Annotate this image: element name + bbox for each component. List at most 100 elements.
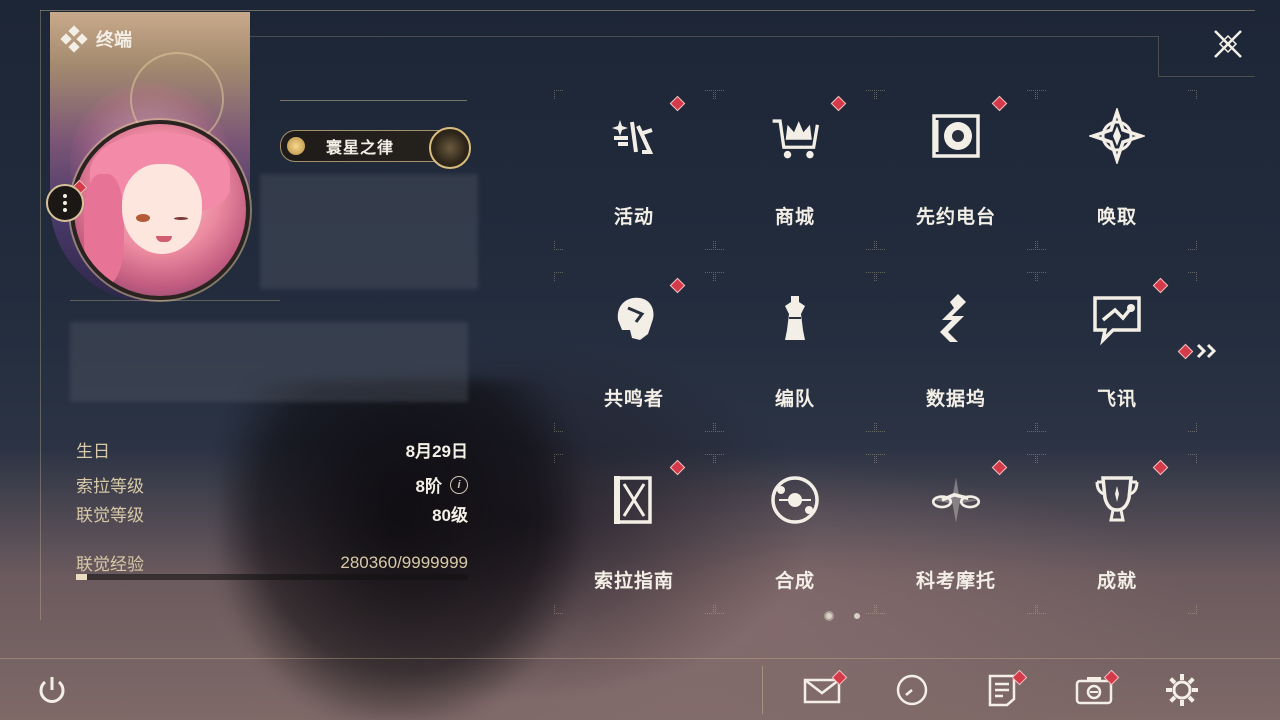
tile-corner-decoration bbox=[1037, 605, 1046, 614]
notification-badge bbox=[1152, 459, 1169, 476]
tile-corner-decoration bbox=[715, 605, 724, 614]
tile-corner-decoration bbox=[1188, 241, 1197, 250]
stat-label: 联觉经验 bbox=[76, 555, 144, 574]
tile-corner-decoration bbox=[705, 423, 714, 432]
settings-button[interactable] bbox=[1160, 668, 1204, 712]
panel-title-text: 终端 bbox=[96, 30, 132, 50]
stat-row-sola-level: 索拉等级 8阶 i bbox=[76, 472, 468, 497]
notice-button[interactable] bbox=[980, 668, 1028, 712]
menu-tile-motorbike[interactable]: 科考摩托 bbox=[876, 444, 1036, 624]
more-dot bbox=[63, 208, 67, 212]
tile-corner-decoration bbox=[876, 605, 885, 614]
next-page-badge bbox=[1177, 343, 1194, 359]
tile-corner-decoration bbox=[876, 241, 885, 250]
tile-corner-decoration bbox=[1027, 423, 1036, 432]
tile-corner-decoration bbox=[554, 423, 563, 432]
menu-tile-event[interactable]: 活动 bbox=[554, 80, 714, 260]
menu-tile-team-chess[interactable]: 编队 bbox=[715, 262, 875, 442]
orb-emblem-icon bbox=[429, 127, 471, 169]
tile-corner-decoration bbox=[705, 454, 714, 463]
mail-button[interactable] bbox=[800, 668, 848, 712]
chat-bubble-icon bbox=[1089, 290, 1145, 346]
menu-tile-label: 成就 bbox=[1096, 571, 1137, 592]
next-page-button[interactable] bbox=[1177, 340, 1224, 362]
frame-line bbox=[40, 10, 41, 620]
notification-badge bbox=[991, 459, 1008, 476]
stat-label: 生日 bbox=[76, 442, 110, 461]
tile-corner-decoration bbox=[715, 423, 724, 432]
tile-corner-decoration bbox=[1037, 423, 1046, 432]
more-dots-icon bbox=[63, 194, 67, 198]
tile-corner-decoration bbox=[876, 272, 885, 281]
menu-tile-radio-record[interactable]: 先约电台 bbox=[876, 80, 1036, 260]
resonator-head-icon bbox=[606, 290, 662, 346]
tile-corner-decoration bbox=[554, 90, 563, 99]
page-dot-active[interactable] bbox=[826, 613, 832, 619]
bottom-bar-line bbox=[0, 658, 1280, 659]
camera-button[interactable] bbox=[1072, 668, 1120, 712]
title-badge[interactable]: 寰星之律 bbox=[280, 127, 471, 169]
event-icon bbox=[606, 108, 662, 164]
menu-tile-data-bank[interactable]: 数据坞 bbox=[876, 262, 1036, 442]
frame-line bbox=[250, 36, 1158, 37]
menu-tile-shop-crown-cart[interactable]: 商城 bbox=[715, 80, 875, 260]
tile-corner-decoration bbox=[1027, 454, 1036, 463]
notification-badge bbox=[669, 95, 686, 112]
tile-corner-decoration bbox=[1027, 241, 1036, 250]
motorbike-icon bbox=[928, 472, 984, 528]
data-bank-icon bbox=[928, 290, 984, 346]
menu-tile-convene-compass[interactable]: 唤取 bbox=[1037, 80, 1197, 260]
tile-corner-decoration bbox=[866, 241, 875, 250]
menu-tile-trophy[interactable]: 成就 bbox=[1037, 444, 1197, 624]
menu-tile-label: 商城 bbox=[774, 207, 815, 228]
frame-line bbox=[1158, 36, 1159, 76]
tile-corner-decoration bbox=[1188, 272, 1197, 281]
tile-corner-decoration bbox=[876, 90, 885, 99]
notification-badge bbox=[669, 277, 686, 294]
shop-crown-cart-icon bbox=[767, 108, 823, 164]
radio-record-icon bbox=[928, 108, 984, 164]
title-badge-label: 寰星之律 bbox=[326, 140, 395, 157]
blurred-signature-area bbox=[70, 322, 468, 402]
notification-badge bbox=[991, 95, 1008, 112]
stat-value: 8月29日 bbox=[405, 442, 468, 461]
bottom-bar-divider bbox=[762, 666, 763, 714]
synthesis-orb-icon bbox=[767, 472, 823, 528]
notification-badge bbox=[1152, 277, 1169, 294]
tile-corner-decoration bbox=[866, 605, 875, 614]
power-icon bbox=[39, 677, 65, 703]
menu-tile-label: 共鸣者 bbox=[603, 389, 664, 410]
menu-tile-guidebook[interactable]: 索拉指南 bbox=[554, 444, 714, 624]
exp-progress-bar bbox=[76, 574, 468, 580]
menu-grid: 活动 商城 先约电台 唤取 共鸣者 编队 数据坞 飞讯 索拉指南 合成 科考摩托 成就 bbox=[554, 80, 1197, 620]
clock-button[interactable] bbox=[890, 668, 934, 712]
menu-tile-chat-bubble[interactable]: 飞讯 bbox=[1037, 262, 1197, 442]
tile-corner-decoration bbox=[715, 272, 724, 281]
tile-corner-decoration bbox=[1037, 90, 1046, 99]
page-dot[interactable] bbox=[854, 613, 860, 619]
tile-corner-decoration bbox=[866, 90, 875, 99]
avatar[interactable] bbox=[70, 120, 250, 300]
tile-corner-decoration bbox=[715, 241, 724, 250]
menu-tile-synthesis-orb[interactable]: 合成 bbox=[715, 444, 875, 624]
settings-gear-icon bbox=[1166, 674, 1198, 706]
tile-corner-decoration bbox=[1027, 90, 1036, 99]
menu-tile-resonator-head[interactable]: 共鸣者 bbox=[554, 262, 714, 442]
stat-value: 80级 bbox=[432, 506, 468, 525]
avatar-more-button[interactable] bbox=[46, 184, 84, 222]
sun-emblem-icon bbox=[287, 137, 305, 155]
stat-value: 8阶 bbox=[415, 477, 442, 496]
menu-tile-label: 数据坞 bbox=[925, 389, 986, 410]
clock-icon bbox=[896, 674, 928, 706]
tile-corner-decoration bbox=[554, 241, 563, 250]
close-button[interactable] bbox=[1206, 22, 1250, 66]
tile-corner-decoration bbox=[1037, 272, 1046, 281]
info-icon[interactable]: i bbox=[450, 475, 468, 494]
guidebook-icon bbox=[606, 472, 662, 528]
tile-corner-decoration bbox=[554, 272, 563, 281]
power-button[interactable] bbox=[30, 668, 74, 712]
stat-label: 索拉等级 bbox=[76, 477, 144, 496]
menu-tile-label: 飞讯 bbox=[1096, 389, 1137, 410]
stat-value-group: 8阶 i bbox=[416, 472, 468, 497]
menu-tile-label: 唤取 bbox=[1096, 207, 1137, 228]
